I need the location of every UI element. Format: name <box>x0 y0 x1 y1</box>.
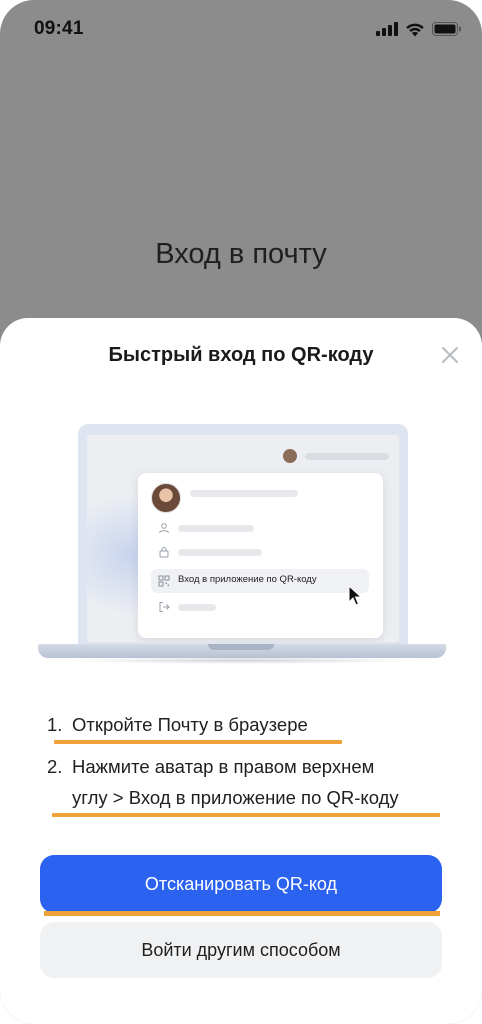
qr-code-icon <box>158 575 170 587</box>
step-2-underline <box>52 813 440 817</box>
scan-qr-button[interactable]: Отсканировать QR-код <box>40 855 442 913</box>
browser-view: Вход в приложение по QR-коду <box>87 435 399 642</box>
battery-icon <box>432 22 461 36</box>
menu-item-placeholder <box>178 549 262 556</box>
header-placeholder <box>305 453 389 460</box>
background-title: Вход в почту <box>155 238 327 270</box>
lock-icon <box>159 547 169 558</box>
scan-qr-underline <box>44 911 440 916</box>
step-1-underline <box>54 740 342 744</box>
close-button[interactable] <box>437 342 463 368</box>
step-2-number: 2. <box>47 756 63 777</box>
logout-icon <box>159 602 170 612</box>
status-bar: 09:41 <box>0 0 482 60</box>
laptop-notch <box>208 644 274 650</box>
laptop-screen: Вход в приложение по QR-коду <box>78 424 408 646</box>
menu-item-qr-login: Вход в приложение по QR-коду <box>151 569 369 593</box>
step-1-text: Откройте Почту в браузере <box>72 714 308 735</box>
step-1-number: 1. <box>47 714 63 735</box>
account-menu: Вход в приложение по QR-коду <box>138 473 383 638</box>
header-avatar <box>283 449 297 463</box>
menu-item-qr-label: Вход в приложение по QR-коду <box>178 574 317 585</box>
laptop-shadow <box>68 657 416 664</box>
menu-item-placeholder <box>178 604 216 611</box>
step-2-text-line1: Нажмите аватар в правом верхнем <box>72 756 375 777</box>
close-icon <box>442 347 458 363</box>
menu-item-placeholder <box>178 525 254 532</box>
phone-screen: 09:41 Вход в почту Быстрый вход по QR-ко… <box>0 0 482 1024</box>
user-icon <box>159 523 169 534</box>
qr-login-sheet: Быстрый вход по QR-коду Вход в приложени… <box>0 318 482 1024</box>
step-2-text-line2: углу > Вход в приложение по QR-коду <box>72 787 399 808</box>
sheet-title: Быстрый вход по QR-коду <box>108 344 374 366</box>
status-icons <box>376 20 462 38</box>
laptop-illustration: Вход в приложение по QR-коду <box>38 424 446 664</box>
other-login-button[interactable]: Войти другим способом <box>40 922 442 978</box>
mouse-cursor-icon <box>348 585 363 606</box>
status-time: 09:41 <box>34 18 84 39</box>
menu-avatar <box>151 483 181 513</box>
wifi-icon <box>406 23 424 36</box>
signal-icon <box>376 22 398 36</box>
menu-name-placeholder <box>190 490 298 497</box>
